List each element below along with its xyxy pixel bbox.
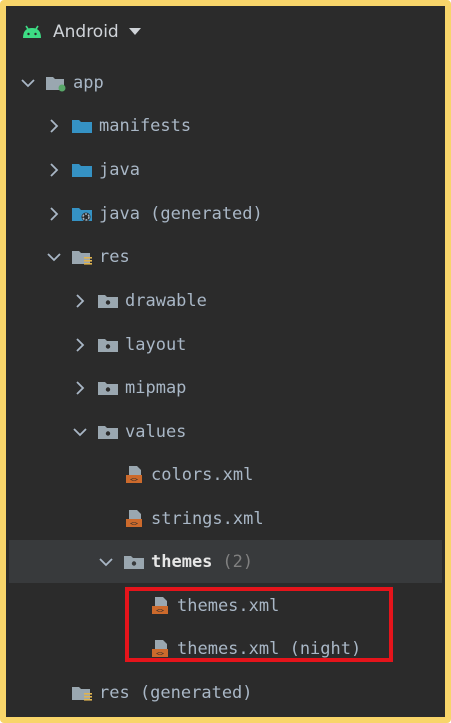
tree-item-label: layout <box>125 334 187 355</box>
tree-item-label: strings.xml <box>151 508 264 529</box>
tree-item-label: app <box>73 72 104 93</box>
tree-item-res[interactable]: res <box>9 235 442 278</box>
android-icon <box>21 25 43 39</box>
tree-item-java-generated[interactable]: java (generated) <box>9 192 442 235</box>
tree-item-layout[interactable]: layout <box>9 323 442 366</box>
folder-icon <box>71 116 93 136</box>
xml-file-icon: <> <box>123 465 145 485</box>
package-folder-icon <box>123 552 145 572</box>
file-count: (2) <box>222 551 254 572</box>
screenshot-frame: Android app manifests java java (generat… <box>0 0 451 723</box>
resource-folder-icon <box>71 247 93 267</box>
folder-icon <box>71 160 93 180</box>
tree-item-manifests[interactable]: manifests <box>9 104 442 147</box>
tree-item-label: colors.xml <box>151 464 254 485</box>
package-folder-icon <box>97 291 119 311</box>
tree-item-label: java <box>99 159 140 180</box>
project-tool-window: Android app manifests java java (generat… <box>9 9 442 714</box>
chevron-down-icon[interactable] <box>71 423 89 441</box>
svg-text:<>: <> <box>130 519 138 527</box>
tree-item-themes[interactable]: themes (2) <box>9 540 442 583</box>
chevron-right-icon[interactable] <box>71 379 89 397</box>
tree-item-drawable[interactable]: drawable <box>9 279 442 322</box>
chevron-down-icon[interactable] <box>97 553 115 571</box>
tree-item-app[interactable]: app <box>9 61 442 104</box>
generated-folder-icon <box>71 204 93 224</box>
tree-item-label: values <box>125 421 187 442</box>
tree-item-label: drawable <box>125 290 207 311</box>
highlight-annotation-box <box>125 587 393 662</box>
tree-item-strings-xml[interactable]: <> strings.xml <box>9 497 442 540</box>
package-folder-icon <box>97 335 119 355</box>
package-folder-icon <box>97 422 119 442</box>
tree-item-label: java (generated) <box>99 203 263 224</box>
chevron-right-icon[interactable] <box>45 117 63 135</box>
tree-item-java[interactable]: java <box>9 148 442 191</box>
chevron-right-icon[interactable] <box>71 292 89 310</box>
chevron-right-icon[interactable] <box>71 336 89 354</box>
tree-item-label: themes <box>151 551 213 572</box>
tree-item-label: res (generated) <box>99 682 253 703</box>
chevron-down-icon[interactable] <box>45 248 63 266</box>
tree-item-colors-xml[interactable]: <> colors.xml <box>9 453 442 496</box>
tree-item-mipmap[interactable]: mipmap <box>9 366 442 409</box>
tree-item-res-generated[interactable]: res (generated) <box>9 671 442 714</box>
xml-file-icon: <> <box>123 509 145 529</box>
tree-item-label: res <box>99 246 130 267</box>
no-chevron <box>97 510 115 528</box>
chevron-right-icon[interactable] <box>45 205 63 223</box>
project-view-selector[interactable]: Android <box>9 9 442 55</box>
module-folder-icon <box>45 73 67 93</box>
tree-item-label: manifests <box>99 115 192 136</box>
resource-folder-icon <box>71 683 93 703</box>
tree-item-label: mipmap <box>125 377 187 398</box>
dropdown-caret-icon[interactable] <box>128 28 141 36</box>
tree-item-values[interactable]: values <box>9 410 442 453</box>
no-chevron <box>97 466 115 484</box>
project-view-title: Android <box>53 22 119 42</box>
package-folder-icon <box>97 378 119 398</box>
svg-text:<>: <> <box>130 475 138 483</box>
chevron-right-icon[interactable] <box>45 161 63 179</box>
no-chevron <box>45 684 63 702</box>
chevron-down-icon[interactable] <box>19 74 37 92</box>
